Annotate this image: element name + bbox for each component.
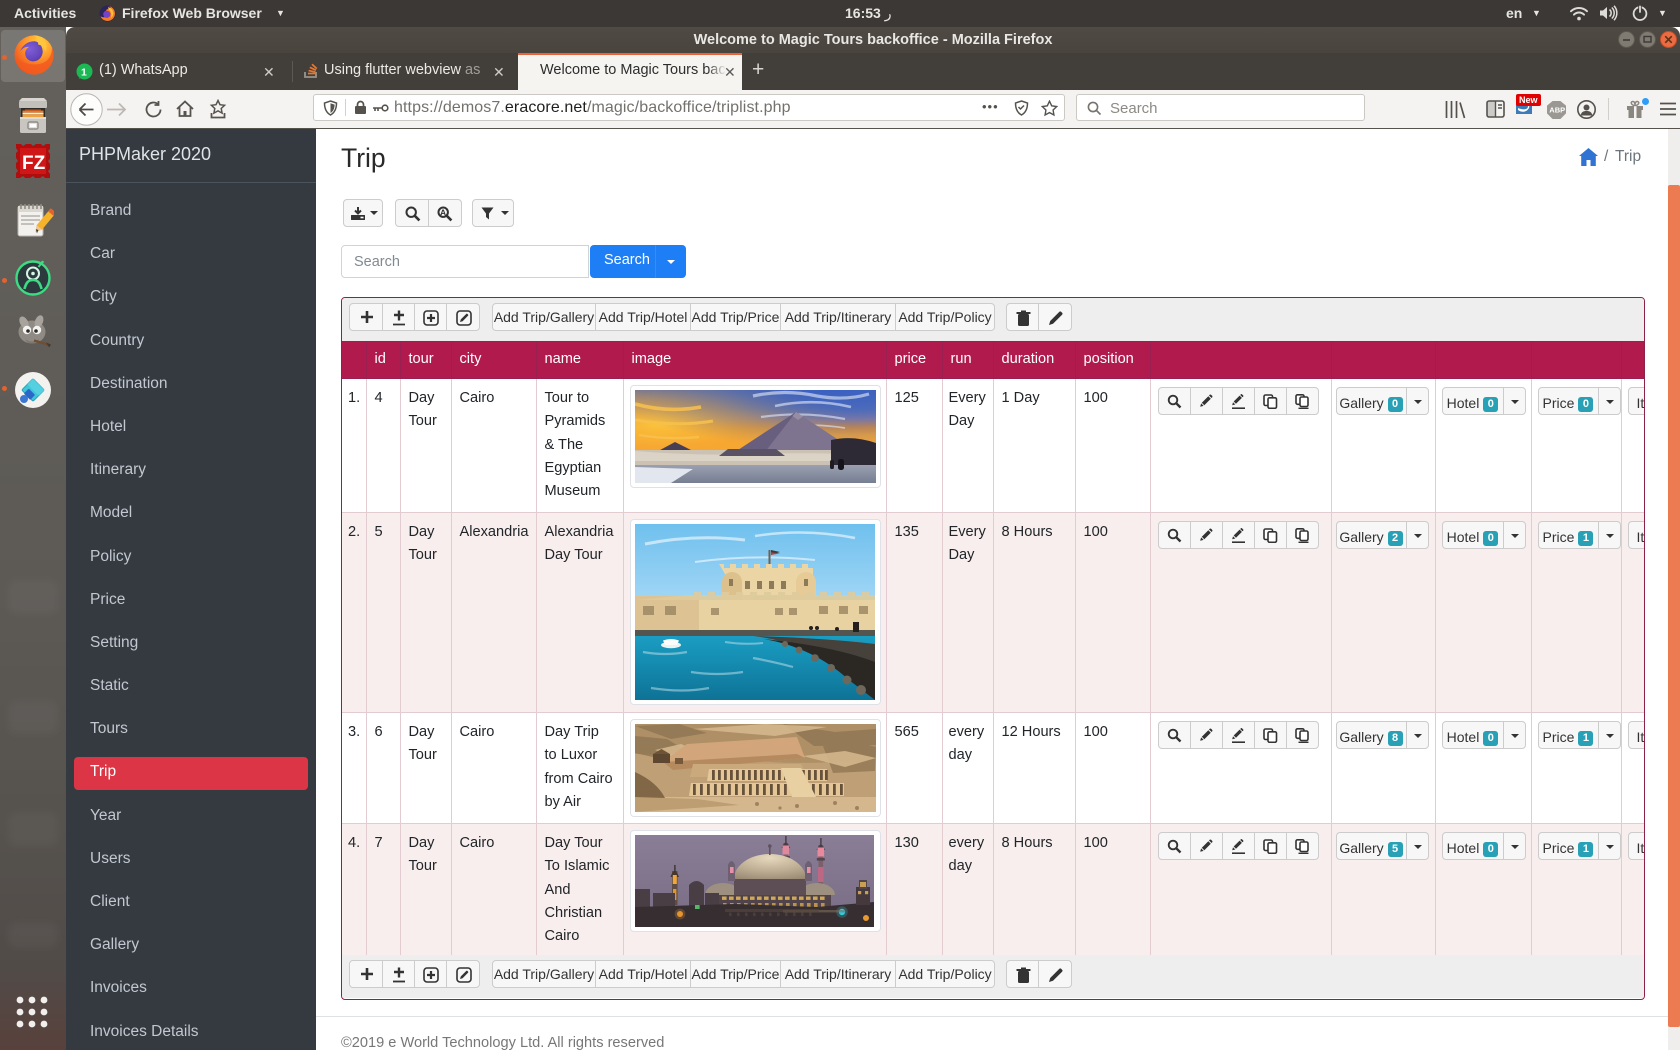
svg-text:A: A <box>440 207 446 217</box>
svg-text:FZ: FZ <box>22 153 46 174</box>
svg-text:1: 1 <box>81 67 87 79</box>
svg-text:ABP: ABP <box>1549 106 1565 115</box>
